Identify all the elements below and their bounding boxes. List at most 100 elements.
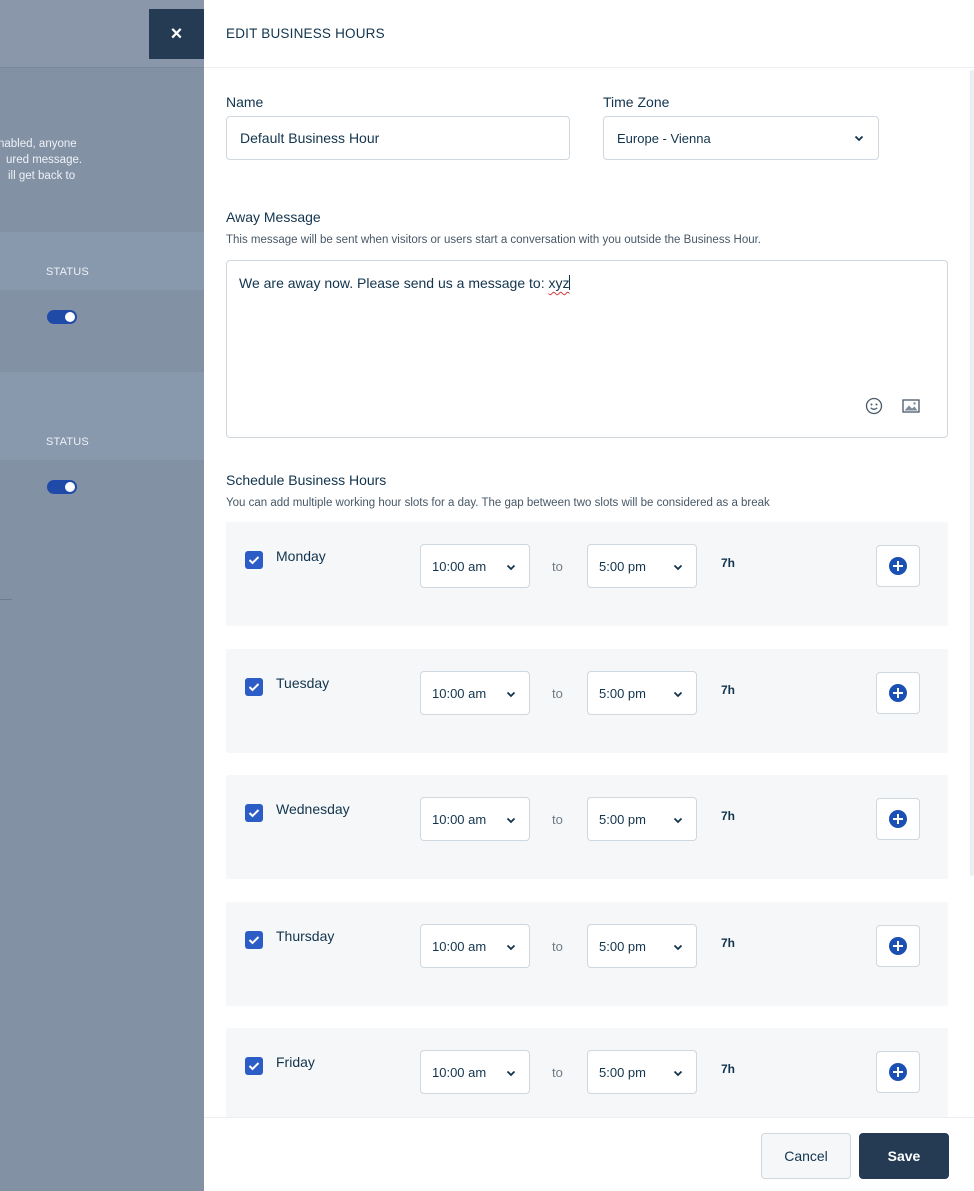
day-row-tuesday: Tuesday 10:00 am to 5:00 pm 7h <box>226 649 948 753</box>
name-label: Name <box>226 94 264 110</box>
emoji-icon[interactable] <box>864 396 884 416</box>
background-description-line: ill get back to <box>8 170 76 182</box>
end-time-select[interactable]: 5:00 pm <box>587 924 697 968</box>
end-time-select[interactable]: 5:00 pm <box>587 544 697 588</box>
plus-circle-icon <box>889 810 907 828</box>
end-time-select[interactable]: 5:00 pm <box>587 671 697 715</box>
chevron-down-icon <box>506 815 516 825</box>
add-slot-button[interactable] <box>876 545 920 587</box>
chevron-down-icon <box>506 562 516 572</box>
check-icon <box>248 936 260 945</box>
timezone-label: Time Zone <box>603 94 670 110</box>
name-input-value: Default Business Hour <box>240 130 380 146</box>
plus-circle-icon <box>889 937 907 955</box>
to-label: to <box>552 1065 563 1080</box>
end-time-value: 5:00 pm <box>599 1064 646 1080</box>
text-caret <box>569 275 571 290</box>
to-label: to <box>552 559 563 574</box>
chevron-down-icon <box>673 562 683 572</box>
chevron-down-icon <box>506 1068 516 1078</box>
chevron-down-icon <box>673 1068 683 1078</box>
add-slot-button[interactable] <box>876 672 920 714</box>
check-icon <box>248 809 260 818</box>
chevron-down-icon <box>506 942 516 952</box>
chevron-down-icon <box>673 815 683 825</box>
start-time-value: 10:00 am <box>432 558 487 574</box>
day-name: Friday <box>276 1054 315 1070</box>
day-name: Monday <box>276 548 326 564</box>
chevron-down-icon <box>854 133 864 143</box>
start-time-value: 10:00 am <box>432 811 487 827</box>
chevron-down-icon <box>673 689 683 699</box>
close-button[interactable]: × <box>149 9 204 59</box>
panel-title: EDIT BUSINESS HOURS <box>226 26 385 41</box>
duration-label: 7h <box>721 809 736 823</box>
start-time-select[interactable]: 10:00 am <box>420 544 530 588</box>
start-time-select[interactable]: 10:00 am <box>420 924 530 968</box>
to-label: to <box>552 812 563 827</box>
day-checkbox-wednesday[interactable] <box>245 804 263 822</box>
chevron-down-icon <box>673 942 683 952</box>
background-status-label: STATUS <box>46 266 89 278</box>
away-message-misspelled-word: xyz <box>548 275 570 291</box>
timezone-select[interactable]: Europe - Vienna <box>603 116 879 160</box>
background-description-line: ured message. <box>6 154 83 166</box>
start-time-select[interactable]: 10:00 am <box>420 671 530 715</box>
edit-business-hours-panel: EDIT BUSINESS HOURS Name Default Busines… <box>204 0 974 1191</box>
background-description: nabled, anyone ured message. ill get bac… <box>0 136 196 184</box>
background-page: nabled, anyone ured message. ill get bac… <box>0 0 204 1191</box>
background-status-toggle <box>47 310 77 324</box>
day-name: Thursday <box>276 928 335 944</box>
panel-scrollbar[interactable] <box>970 70 974 876</box>
day-checkbox-tuesday[interactable] <box>245 678 263 696</box>
chevron-down-icon <box>506 689 516 699</box>
end-time-value: 5:00 pm <box>599 558 646 574</box>
add-slot-button[interactable] <box>876 925 920 967</box>
background-status-label: STATUS <box>46 436 89 448</box>
day-checkbox-thursday[interactable] <box>245 931 263 949</box>
day-row-wednesday: Wednesday 10:00 am to 5:00 pm 7h <box>226 775 948 879</box>
day-name: Wednesday <box>276 801 350 817</box>
name-input[interactable]: Default Business Hour <box>226 116 570 160</box>
check-icon <box>248 1062 260 1071</box>
plus-circle-icon <box>889 684 907 702</box>
background-divider <box>0 599 12 600</box>
away-message-text: We are away now. Please send us a messag… <box>239 275 549 291</box>
schedule-label: Schedule Business Hours <box>226 472 387 488</box>
add-slot-button[interactable] <box>876 798 920 840</box>
start-time-select[interactable]: 10:00 am <box>420 1050 530 1094</box>
end-time-value: 5:00 pm <box>599 811 646 827</box>
duration-label: 7h <box>721 1062 736 1076</box>
end-time-select[interactable]: 5:00 pm <box>587 1050 697 1094</box>
panel-header: EDIT BUSINESS HOURS <box>204 0 974 68</box>
to-label: to <box>552 939 563 954</box>
background-table-header <box>0 232 204 290</box>
background-description-line: nabled, anyone <box>0 138 77 150</box>
start-time-value: 10:00 am <box>432 1064 487 1080</box>
duration-label: 7h <box>721 556 736 570</box>
close-icon: × <box>170 22 183 45</box>
day-checkbox-friday[interactable] <box>245 1057 263 1075</box>
start-time-select[interactable]: 10:00 am <box>420 797 530 841</box>
save-button[interactable]: Save <box>859 1133 949 1179</box>
check-icon <box>248 683 260 692</box>
add-slot-button[interactable] <box>876 1051 920 1093</box>
end-time-select[interactable]: 5:00 pm <box>587 797 697 841</box>
day-checkbox-monday[interactable] <box>245 551 263 569</box>
duration-label: 7h <box>721 936 736 950</box>
panel-footer: Cancel Save <box>204 1117 974 1191</box>
cancel-button[interactable]: Cancel <box>761 1133 851 1179</box>
plus-circle-icon <box>889 557 907 575</box>
to-label: to <box>552 686 563 701</box>
day-row-monday: Monday 10:00 am to 5:00 pm 7h <box>226 522 948 626</box>
end-time-value: 5:00 pm <box>599 938 646 954</box>
start-time-value: 10:00 am <box>432 938 487 954</box>
away-message-hint: This message will be sent when visitors … <box>226 234 761 246</box>
image-icon[interactable] <box>901 396 921 416</box>
duration-label: 7h <box>721 683 736 697</box>
plus-circle-icon <box>889 1063 907 1081</box>
background-table-header <box>0 372 204 460</box>
day-row-thursday: Thursday 10:00 am to 5:00 pm 7h <box>226 902 948 1006</box>
end-time-value: 5:00 pm <box>599 685 646 701</box>
away-message-textarea[interactable]: We are away now. Please send us a messag… <box>226 260 948 438</box>
